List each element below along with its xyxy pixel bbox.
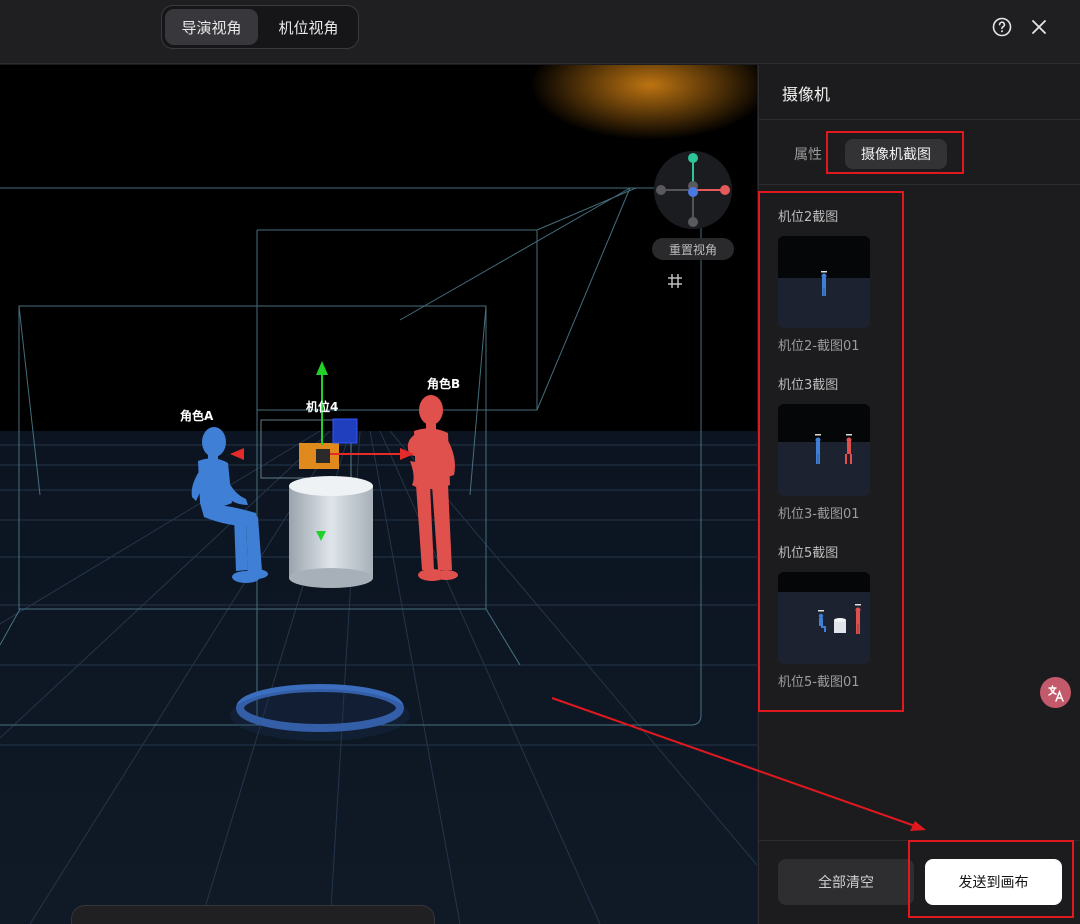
help-circle-icon[interactable] bbox=[991, 16, 1013, 38]
shot-group: 机位3截图 机位3-截图01 bbox=[778, 374, 870, 522]
video-camera-icon[interactable] bbox=[238, 920, 268, 924]
tab-properties[interactable]: 属性 bbox=[791, 139, 825, 169]
character-b-label: 角色B bbox=[427, 377, 461, 391]
divider bbox=[759, 119, 1080, 120]
rotate-720-icon[interactable]: 720 bbox=[189, 920, 219, 924]
screenshot-caption: 机位2-截图01 bbox=[778, 339, 860, 354]
shot-group-heading: 机位3截图 bbox=[778, 378, 839, 393]
person-icon[interactable] bbox=[140, 920, 170, 924]
character-a-label: 角色A bbox=[180, 409, 214, 423]
panel-title: 摄像机 bbox=[782, 85, 831, 104]
scene-canvas bbox=[0, 65, 757, 924]
camera-panel: 摄像机 属性 摄像机截图 机位2截图 机位2-截图01 机位3截图 机位3-截图… bbox=[758, 65, 1080, 924]
divider bbox=[759, 840, 1080, 841]
screenshot-caption: 机位3-截图01 bbox=[778, 507, 860, 522]
pointer-icon[interactable] bbox=[91, 920, 121, 924]
shot-group-heading: 机位5截图 bbox=[778, 546, 839, 561]
shot-group: 机位2截图 机位2-截图01 bbox=[778, 206, 870, 354]
viewport-toolbar: 720 bbox=[71, 905, 435, 924]
view-mode-toggle: 导演视角 机位视角 bbox=[161, 5, 359, 49]
orientation-gizmo[interactable] bbox=[653, 150, 733, 230]
top-bar: 导演视角 机位视角 bbox=[0, 0, 1080, 64]
send-to-canvas-button[interactable]: 发送到画布 bbox=[925, 859, 1062, 905]
reset-view-button[interactable]: 重置视角 bbox=[652, 238, 734, 260]
app-window: 导演视角 机位视角 角色A 角色B 机位4 重置视角 摄像机 属性 摄像机截图 … bbox=[0, 0, 1080, 924]
tab-director-view[interactable]: 导演视角 bbox=[165, 9, 258, 45]
tab-camera-view[interactable]: 机位视角 bbox=[262, 9, 355, 45]
screenshot-thumbnail[interactable] bbox=[778, 404, 870, 496]
screenshot-thumbnail[interactable] bbox=[778, 236, 870, 328]
shot-group: 机位5截图 机位5-截图01 bbox=[778, 542, 870, 690]
grid-icon[interactable] bbox=[665, 271, 685, 291]
scene-viewport[interactable]: 角色A 角色B 机位4 重置视角 bbox=[0, 65, 757, 924]
tab-camera-screenshots[interactable]: 摄像机截图 bbox=[845, 139, 947, 169]
translate-icon[interactable] bbox=[1040, 677, 1071, 708]
clear-all-button[interactable]: 全部清空 bbox=[778, 859, 914, 905]
expand-icon[interactable] bbox=[384, 920, 414, 924]
divider bbox=[759, 184, 1080, 185]
frame-icon[interactable] bbox=[287, 920, 317, 924]
screenshot-caption: 机位5-截图01 bbox=[778, 675, 860, 690]
close-icon[interactable] bbox=[1028, 16, 1050, 38]
camera-icon[interactable] bbox=[336, 920, 366, 924]
camera4-label: 机位4 bbox=[306, 400, 339, 414]
screenshot-thumbnail[interactable] bbox=[778, 572, 870, 664]
shot-group-heading: 机位2截图 bbox=[778, 210, 839, 225]
